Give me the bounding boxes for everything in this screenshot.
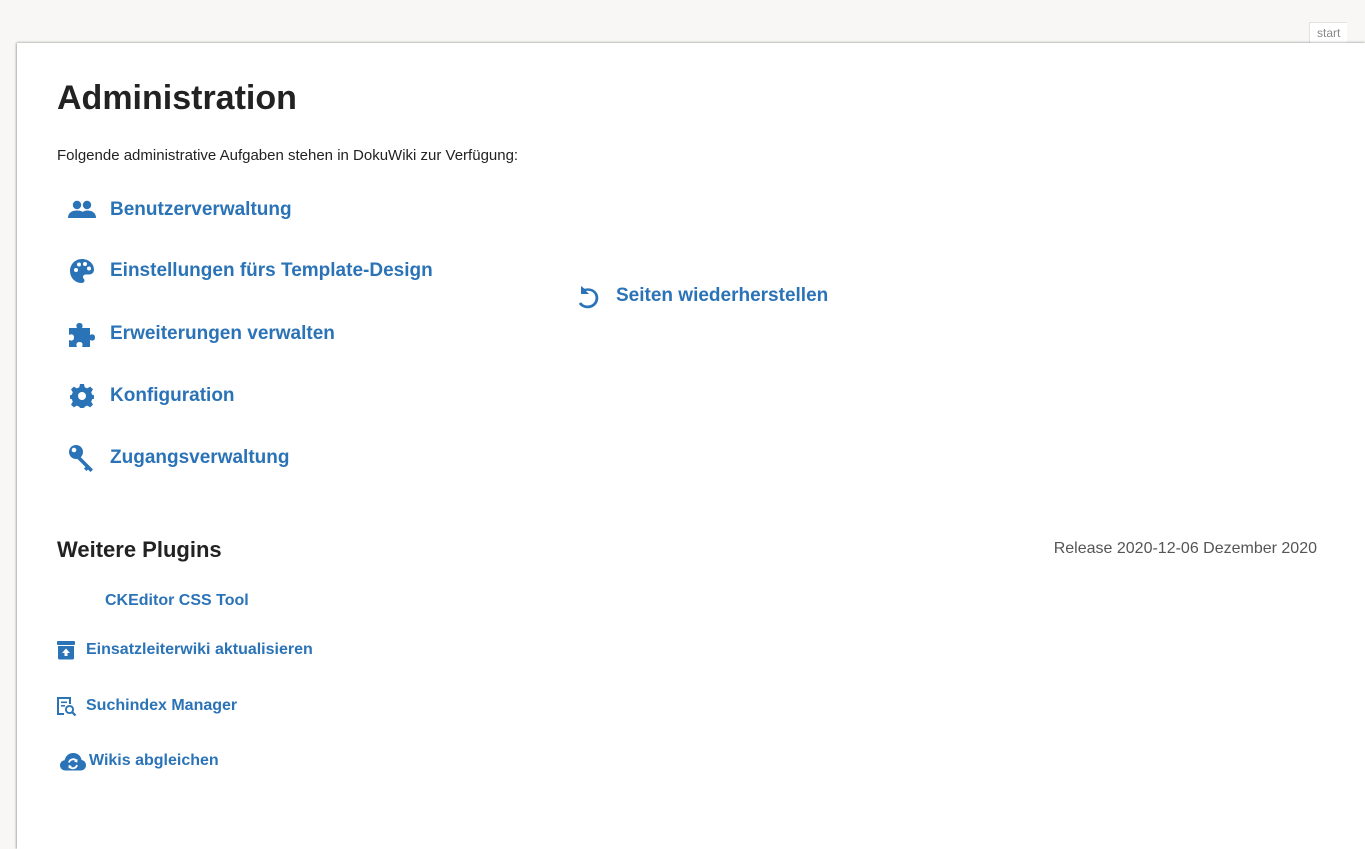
admin-link-template-style[interactable]: Einstellungen fürs Template-Design — [67, 256, 433, 286]
page-id[interactable]: start — [1309, 22, 1348, 44]
plugin-link-label: Suchindex Manager — [86, 697, 238, 714]
search-document-icon — [54, 694, 78, 718]
plugin-link-sync[interactable]: Wikis abgleichen — [59, 749, 219, 773]
users-icon — [67, 195, 97, 225]
admin-link-users[interactable]: Benutzerverwaltung — [67, 195, 292, 225]
admin-link-label: Seiten wiederherstellen — [616, 285, 829, 306]
admin-link-label: Benutzerverwaltung — [110, 199, 292, 220]
admin-link-configuration[interactable]: Konfiguration — [67, 381, 235, 411]
admin-link-label: Konfiguration — [110, 385, 235, 406]
key-icon — [67, 443, 97, 473]
admin-link-label: Zugangsverwaltung — [110, 447, 290, 468]
upload-box-icon — [54, 638, 78, 662]
admin-link-extensions[interactable]: Erweiterungen verwalten — [67, 319, 335, 349]
plugin-link-update[interactable]: Einsatzleiterwiki aktualisieren — [54, 638, 313, 662]
version-info: Release 2020-12-06 Dezember 2020 — [1053, 540, 1317, 557]
undo-icon — [573, 281, 603, 311]
plugin-link-search-index[interactable]: Suchindex Manager — [54, 694, 237, 718]
more-plugins-heading: Weitere Plugins — [57, 537, 222, 562]
cloud-sync-icon — [59, 749, 87, 773]
intro-text: Folgende administrative Aufgaben stehen … — [57, 147, 519, 164]
admin-link-revert[interactable]: Seiten wiederherstellen — [573, 281, 828, 311]
puzzle-icon — [67, 319, 97, 349]
plugin-link-ckeditor-css[interactable]: CKEditor CSS Tool — [105, 592, 249, 610]
plugin-link-label: Einsatzleiterwiki aktualisieren — [86, 641, 313, 658]
admin-link-label: Erweiterungen verwalten — [110, 323, 335, 344]
palette-icon — [67, 256, 97, 286]
page-title: Administration — [57, 79, 297, 117]
content-page: Administration Folgende administrative A… — [17, 43, 1365, 849]
admin-link-label: Einstellungen fürs Template-Design — [110, 260, 433, 281]
admin-link-acl[interactable]: Zugangsverwaltung — [67, 443, 289, 473]
gear-icon — [67, 381, 97, 411]
plugin-link-label: CKEditor CSS Tool — [105, 592, 249, 609]
plugin-link-label: Wikis abgleichen — [89, 752, 219, 769]
